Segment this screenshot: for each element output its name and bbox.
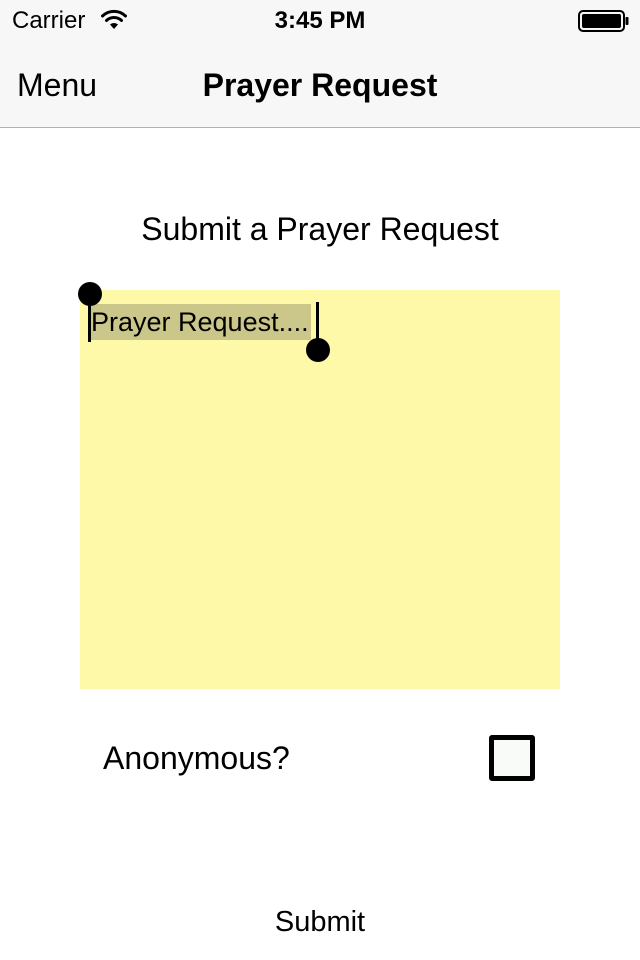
selection-start-caret [88,300,91,342]
anonymous-label: Anonymous? [103,740,290,776]
prayer-request-text: Prayer Request.... [90,304,311,340]
selection-start-handle[interactable] [78,282,102,306]
battery-icon [578,10,629,32]
status-time: 3:45 PM [274,7,366,34]
submit-button[interactable]: Submit [0,903,640,941]
prayer-request-textarea[interactable]: Prayer Request.... [78,282,560,689]
form-heading: Submit a Prayer Request [141,211,499,247]
navigation-bar: Carrier 3:45 PM Menu Prayer Request [0,0,640,128]
selection-end-handle[interactable] [306,338,330,362]
page-title: Prayer Request [202,67,438,103]
anonymous-checkbox[interactable] [489,735,535,781]
